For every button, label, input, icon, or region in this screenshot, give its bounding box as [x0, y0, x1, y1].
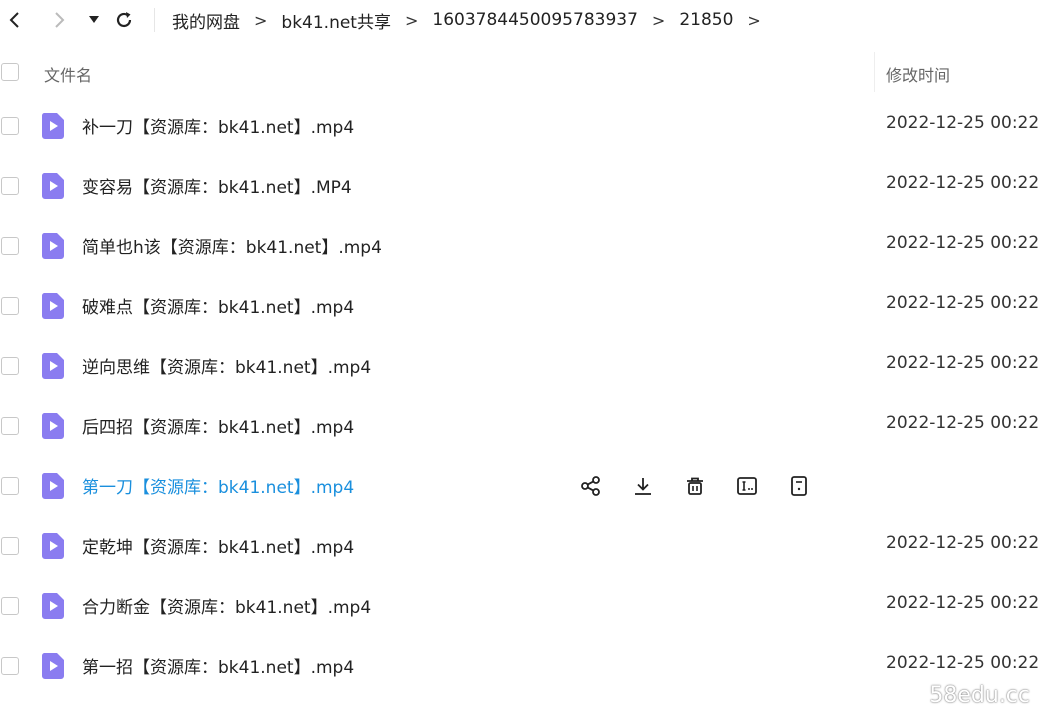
row-checkbox[interactable] — [1, 117, 19, 135]
file-list-header: 文件名 修改时间 — [0, 52, 1044, 92]
column-header-modified-time[interactable]: 修改时间 — [886, 62, 950, 86]
breadcrumb: 我的网盘 > bk41.net共享 > 1603784450095783937 … — [172, 8, 775, 33]
file-row[interactable]: 逆向思维【资源库：bk41.net】.mp4 2022-12-25 00:22 — [0, 336, 1044, 396]
video-file-icon — [41, 653, 64, 679]
file-name[interactable]: 定乾坤【资源库：bk41.net】.mp4 — [82, 533, 354, 558]
file-name[interactable]: 合力断金【资源库：bk41.net】.mp4 — [82, 593, 371, 618]
file-name[interactable]: 逆向思维【资源库：bk41.net】.mp4 — [82, 353, 371, 378]
rename-button[interactable] — [734, 473, 760, 499]
file-name[interactable]: 第一招【资源库：bk41.net】.mp4 — [82, 653, 354, 678]
refresh-button[interactable] — [110, 6, 138, 34]
breadcrumb-separator: > — [747, 10, 761, 30]
file-row[interactable]: 补一刀【资源库：bk41.net】.mp4 2022-12-25 00:22 — [0, 96, 1044, 156]
file-row[interactable]: 定乾坤【资源库：bk41.net】.mp4 2022-12-25 00:22 — [0, 516, 1044, 576]
breadcrumb-item-current[interactable]: 21850 — [679, 10, 733, 30]
breadcrumb-separator: > — [651, 10, 666, 30]
row-checkbox[interactable] — [1, 357, 19, 375]
chevron-right-icon — [55, 12, 65, 28]
row-checkbox[interactable] — [1, 237, 19, 255]
share-button[interactable] — [578, 473, 604, 499]
breadcrumb-item-folder[interactable]: 1603784450095783937 — [432, 10, 638, 30]
toolbar: 我的网盘 > bk41.net共享 > 1603784450095783937 … — [0, 0, 1044, 40]
back-button[interactable] — [0, 6, 28, 34]
video-file-icon — [41, 593, 64, 619]
file-modified-time: 2022-12-25 00:22 — [886, 173, 1040, 193]
delete-icon — [687, 477, 703, 495]
history-dropdown-button[interactable] — [80, 6, 108, 34]
file-modified-time: 2022-12-25 00:22 — [886, 593, 1040, 613]
file-modified-time: 2022-12-25 00:22 — [886, 413, 1040, 433]
video-file-icon — [41, 353, 64, 379]
breadcrumb-separator: > — [404, 10, 419, 30]
row-checkbox[interactable] — [1, 417, 19, 435]
file-name[interactable]: 简单也h该【资源库：bk41.net】.mp4 — [82, 233, 382, 258]
file-name[interactable]: 第一刀【资源库：bk41.net】.mp4 — [82, 473, 354, 498]
file-row[interactable]: 第一招【资源库：bk41.net】.mp4 2022-12-25 00:22 — [0, 636, 1044, 696]
breadcrumb-item-share[interactable]: bk41.net共享 — [281, 8, 391, 33]
breadcrumb-separator: > — [254, 10, 268, 30]
file-modified-time: 2022-12-25 00:22 — [886, 233, 1040, 253]
video-file-icon — [41, 293, 64, 319]
row-checkbox[interactable] — [1, 537, 19, 555]
row-checkbox[interactable] — [1, 177, 19, 195]
file-name[interactable]: 补一刀【资源库：bk41.net】.mp4 — [82, 113, 354, 138]
video-file-icon — [41, 113, 64, 139]
video-file-icon — [41, 533, 64, 559]
delete-button[interactable] — [682, 473, 708, 499]
rename-icon — [737, 477, 757, 495]
refresh-icon — [116, 12, 132, 28]
download-icon — [635, 478, 651, 495]
video-file-icon — [41, 173, 64, 199]
file-row[interactable]: 后四招【资源库：bk41.net】.mp4 2022-12-25 00:22 — [0, 396, 1044, 456]
row-action-bar — [578, 473, 812, 499]
row-checkbox[interactable] — [1, 597, 19, 615]
video-file-icon — [41, 473, 64, 499]
file-modified-time: 2022-12-25 00:22 — [886, 653, 1040, 673]
file-modified-time: 2022-12-25 00:22 — [886, 353, 1040, 373]
download-button[interactable] — [630, 473, 656, 499]
file-row[interactable]: 合力断金【资源库：bk41.net】.mp4 2022-12-25 00:22 — [0, 576, 1044, 636]
file-name[interactable]: 变容易【资源库：bk41.net】.MP4 — [82, 173, 352, 198]
row-checkbox[interactable] — [1, 297, 19, 315]
chevron-left-icon — [9, 12, 19, 28]
column-header-name[interactable]: 文件名 — [44, 62, 92, 86]
toolbar-divider — [154, 8, 155, 32]
select-all-checkbox[interactable] — [1, 63, 19, 81]
caret-down-icon — [89, 16, 99, 23]
file-row[interactable]: 破难点【资源库：bk41.net】.mp4 2022-12-25 00:22 — [0, 276, 1044, 336]
more-info-button[interactable] — [786, 473, 812, 499]
file-row-hovered[interactable]: 第一刀【资源库：bk41.net】.mp4 — [0, 456, 1044, 516]
more-info-icon — [791, 476, 807, 496]
row-checkbox[interactable] — [1, 657, 19, 675]
video-file-icon — [41, 413, 64, 439]
file-row[interactable]: 变容易【资源库：bk41.net】.MP4 2022-12-25 00:22 — [0, 156, 1044, 216]
file-modified-time: 2022-12-25 00:22 — [886, 293, 1040, 313]
share-icon — [581, 476, 600, 496]
file-row[interactable]: 简单也h该【资源库：bk41.net】.mp4 2022-12-25 00:22 — [0, 216, 1044, 276]
file-name[interactable]: 后四招【资源库：bk41.net】.mp4 — [82, 413, 354, 438]
watermark-text: 58edu.cc — [929, 683, 1030, 708]
file-modified-time: 2022-12-25 00:22 — [886, 533, 1040, 553]
breadcrumb-item-root[interactable]: 我的网盘 — [172, 8, 240, 33]
row-checkbox[interactable] — [1, 477, 19, 495]
file-name[interactable]: 破难点【资源库：bk41.net】.mp4 — [82, 293, 354, 318]
video-file-icon — [41, 233, 64, 259]
file-modified-time: 2022-12-25 00:22 — [886, 113, 1040, 133]
column-divider[interactable] — [874, 52, 875, 92]
forward-button[interactable] — [46, 6, 74, 34]
